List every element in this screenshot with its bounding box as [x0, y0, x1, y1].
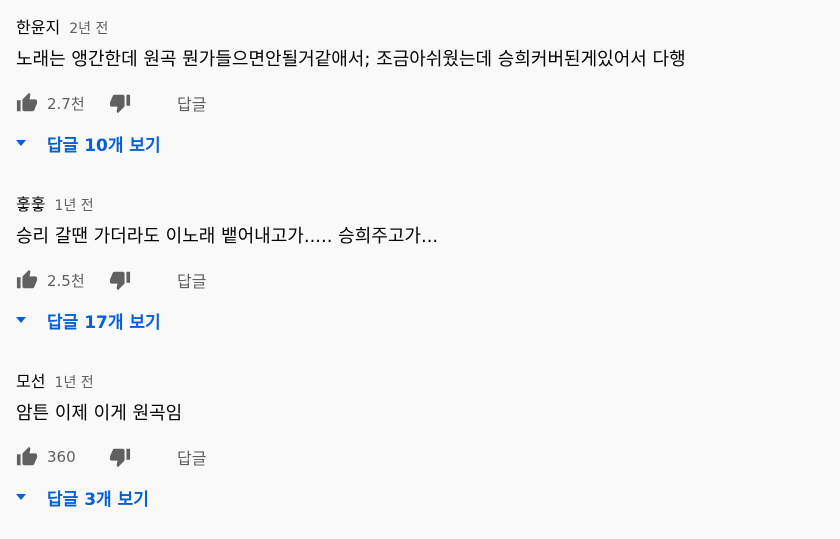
- thumbs-down-icon[interactable]: [109, 269, 131, 291]
- view-replies-button[interactable]: 답글 17개 보기: [16, 305, 816, 335]
- like-count: 360: [47, 448, 76, 466]
- comment-timestamp[interactable]: 1년 전: [55, 198, 94, 214]
- thumbs-down-icon[interactable]: [109, 446, 131, 468]
- comment-action-bar: 360 답글: [16, 442, 816, 472]
- view-replies-label: 답글 3개 보기: [47, 489, 149, 510]
- comment-action-bar: 2.7천 답글: [16, 88, 816, 118]
- comment-text: 노래는 앵간한데 원곡 뭔가들으면안될거같애서; 조금아쉬웠는데 승희커버된게있…: [16, 49, 686, 70]
- caret-down-icon: [16, 317, 26, 323]
- comment-author[interactable]: 훟훟: [16, 195, 45, 214]
- reply-button[interactable]: 답글: [177, 445, 206, 469]
- comment-text: 암튼 이제 이게 원곡임: [16, 403, 183, 424]
- caret-down-icon: [16, 494, 26, 500]
- reply-button[interactable]: 답글: [177, 91, 206, 115]
- view-replies-label: 답글 10개 보기: [47, 135, 161, 156]
- comment-header: 훟훟 1년 전: [16, 191, 816, 219]
- comment-list: 한윤지 2년 전 노래는 앵간한데 원곡 뭔가들으면안될거같애서; 조금아쉬웠는…: [0, 0, 840, 539]
- comment-text: 승리 갈땐 가더라도 이노래 뱉어내고가..... 승희주고가...: [16, 226, 439, 247]
- comment-item: 훟훟 1년 전 승리 갈땐 가더라도 이노래 뱉어내고가..... 승희주고가.…: [16, 191, 816, 335]
- comment-timestamp[interactable]: 1년 전: [55, 375, 94, 391]
- reply-button[interactable]: 답글: [177, 268, 206, 292]
- thumbs-down-icon[interactable]: [109, 92, 131, 114]
- comment-item: 모선 1년 전 암튼 이제 이게 원곡임 360 답글 답글 3개 보기: [16, 368, 816, 512]
- caret-down-icon: [16, 140, 26, 146]
- like-count: 2.5천: [47, 271, 85, 290]
- thumbs-up-icon[interactable]: [16, 269, 38, 291]
- comment-timestamp[interactable]: 2년 전: [69, 21, 108, 37]
- comment-item: 한윤지 2년 전 노래는 앵간한데 원곡 뭔가들으면안될거같애서; 조금아쉬웠는…: [16, 14, 816, 158]
- view-replies-button[interactable]: 답글 10개 보기: [16, 128, 816, 158]
- view-replies-label: 답글 17개 보기: [47, 312, 161, 333]
- comment-author[interactable]: 한윤지: [16, 18, 60, 37]
- comment-header: 모선 1년 전: [16, 368, 816, 396]
- thumbs-up-icon[interactable]: [16, 446, 38, 468]
- like-count: 2.7천: [47, 94, 85, 113]
- comment-action-bar: 2.5천 답글: [16, 265, 816, 295]
- thumbs-up-icon[interactable]: [16, 92, 38, 114]
- comment-header: 한윤지 2년 전: [16, 14, 816, 42]
- view-replies-button[interactable]: 답글 3개 보기: [16, 482, 816, 512]
- comment-author[interactable]: 모선: [16, 372, 45, 391]
